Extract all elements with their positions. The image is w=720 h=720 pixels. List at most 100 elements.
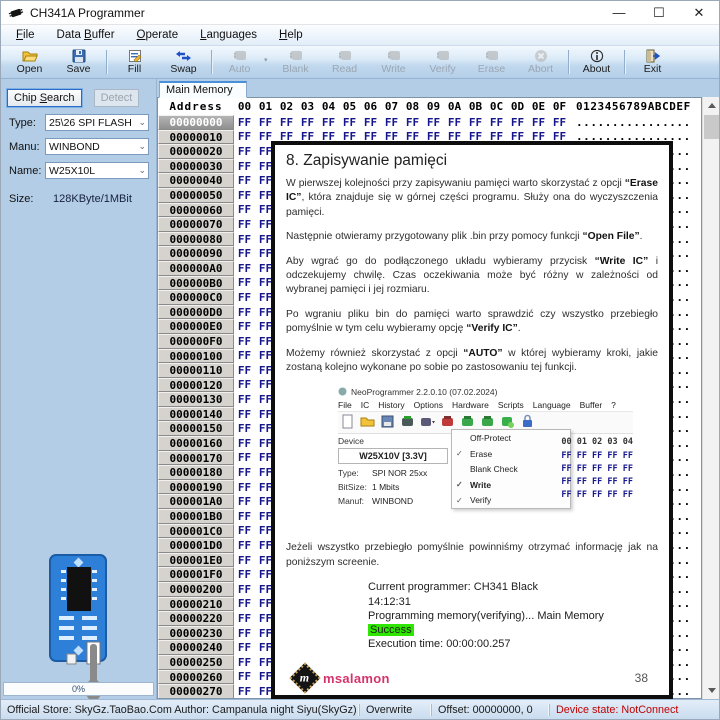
verify-button[interactable]: Verify (418, 46, 467, 77)
auto-button[interactable]: Auto (215, 46, 264, 77)
read-button[interactable]: Read (320, 46, 369, 77)
byte-cell[interactable]: FF (234, 116, 255, 129)
byte-cell[interactable]: FF (234, 262, 255, 275)
byte-cell[interactable]: FF (234, 233, 255, 246)
erase-icon (484, 48, 499, 63)
byte-cell[interactable]: FF (234, 130, 255, 143)
byte-cell[interactable]: FF (234, 203, 255, 216)
byte-cell[interactable]: FF (234, 670, 255, 683)
byte-cell[interactable]: FF (234, 276, 255, 289)
byte-cell[interactable]: FF (234, 393, 255, 406)
byte-cell[interactable]: FF (234, 160, 255, 173)
byte-cell[interactable]: FF (276, 116, 297, 129)
byte-cell[interactable]: FF (234, 364, 255, 377)
byte-cell[interactable]: FF (234, 685, 255, 698)
erase-button[interactable]: Erase (467, 46, 516, 77)
shot-dropdown-item-erase[interactable]: ✓Erase (452, 446, 570, 462)
byte-cell[interactable]: FF (234, 145, 255, 158)
byte-cell[interactable]: FF (234, 641, 255, 654)
chip-search-button[interactable]: Chip Search (7, 89, 82, 107)
byte-cell[interactable]: FF (234, 524, 255, 537)
byte-cell[interactable]: FF (423, 116, 444, 129)
byte-cell[interactable]: FF (234, 597, 255, 610)
byte-cell[interactable]: FF (360, 116, 381, 129)
manu-select[interactable]: WINBOND⌄ (45, 138, 149, 155)
maximize-button[interactable]: ☐ (639, 1, 679, 24)
byte-cell[interactable]: FF (255, 116, 276, 129)
detect-button[interactable]: Detect (94, 89, 140, 107)
scroll-down-arrow[interactable] (703, 682, 720, 699)
shot-save-icon (380, 414, 395, 431)
byte-cell[interactable]: FF (234, 422, 255, 435)
scrollbar-thumb[interactable] (704, 115, 719, 139)
exit-button[interactable]: Exit (628, 46, 677, 77)
write-button[interactable]: Write (369, 46, 418, 77)
byte-cell[interactable]: FF (234, 408, 255, 421)
hex-row[interactable]: 00000000FFFFFFFFFFFFFFFFFFFFFFFFFFFFFFFF… (158, 115, 701, 130)
byte-cell[interactable]: FF (234, 189, 255, 202)
shot-menu-language: Language (533, 400, 571, 410)
byte-cell[interactable]: FF (234, 378, 255, 391)
byte-cell[interactable]: FF (402, 116, 423, 129)
byte-cell[interactable]: FF (234, 554, 255, 567)
menu-file[interactable]: File (5, 27, 46, 43)
byte-cell[interactable]: FF (234, 174, 255, 187)
byte-cell[interactable]: FF (486, 116, 507, 129)
scroll-up-arrow[interactable] (703, 97, 720, 114)
byte-cell[interactable]: FF (234, 510, 255, 523)
byte-cell[interactable]: FF (465, 116, 486, 129)
byte-cell[interactable]: FF (234, 466, 255, 479)
blank-button[interactable]: Blank (271, 46, 320, 77)
auto-dropdown-arrow[interactable]: ▾ (264, 56, 271, 64)
address-cell: 000001B0 (158, 509, 234, 524)
byte-cell[interactable]: FF (234, 218, 255, 231)
byte-cell[interactable]: FF (318, 116, 339, 129)
byte-cell[interactable]: FF (234, 568, 255, 581)
shot-dropdown-item-verify[interactable]: ✓Verify (452, 492, 570, 508)
menu-help[interactable]: Help (268, 27, 314, 43)
type-select[interactable]: 25\26 SPI FLASH⌄ (45, 114, 149, 131)
name-select[interactable]: W25X10L⌄ (45, 162, 149, 179)
abort-button[interactable]: Abort (516, 46, 565, 77)
open-button[interactable]: Open (5, 46, 54, 77)
shot-dropdown-item-write[interactable]: ✓Write (452, 477, 570, 493)
byte-cell[interactable]: FF (234, 481, 255, 494)
swap-button[interactable]: Swap (159, 46, 208, 77)
byte-cell[interactable]: FF (234, 656, 255, 669)
byte-cell[interactable]: FF (549, 116, 570, 129)
shot-dropdown-item-off-protect[interactable]: Off-Protect (452, 430, 570, 446)
menu-languages[interactable]: Languages (189, 27, 268, 43)
byte-cell[interactable]: FF (234, 583, 255, 596)
byte-cell[interactable]: FF (234, 437, 255, 450)
byte-cell[interactable]: FF (297, 116, 318, 129)
byte-cell[interactable]: FF (234, 539, 255, 552)
byte-cell[interactable]: FF (234, 320, 255, 333)
byte-cell[interactable]: FF (234, 291, 255, 304)
close-button[interactable]: ✕ (679, 1, 719, 24)
byte-cell[interactable]: FF (234, 612, 255, 625)
byte-cell[interactable]: FF (234, 495, 255, 508)
menu-operate[interactable]: Operate (126, 27, 190, 43)
vertical-scrollbar[interactable] (702, 97, 719, 699)
address-cell: 00000040 (158, 173, 234, 188)
menu-data-buffer[interactable]: Data Buffer (46, 27, 126, 43)
byte-cell[interactable]: FF (528, 116, 549, 129)
shot-dropdown-item-blank-check[interactable]: Blank Check (452, 461, 570, 477)
byte-cell[interactable]: FF (234, 247, 255, 260)
byte-cell[interactable]: FF (234, 451, 255, 464)
byte-cell[interactable]: FF (507, 116, 528, 129)
byte-cell[interactable]: FF (339, 116, 360, 129)
save-button[interactable]: Save (54, 46, 103, 77)
byte-cell[interactable]: FF (234, 306, 255, 319)
minimize-button[interactable]: — (599, 1, 639, 24)
byte-cell[interactable]: FF (234, 627, 255, 640)
byte-cell[interactable]: FF (234, 335, 255, 348)
byte-cell[interactable]: FF (444, 116, 465, 129)
byte-cell[interactable]: FF (381, 116, 402, 129)
abort-icon (534, 48, 548, 63)
fill-button[interactable]: Fill (110, 46, 159, 77)
about-button[interactable]: About (572, 46, 621, 77)
tab-main-memory[interactable]: Main Memory (159, 81, 247, 98)
byte-cell[interactable]: FF (234, 349, 255, 362)
write-label: Write (381, 63, 405, 75)
